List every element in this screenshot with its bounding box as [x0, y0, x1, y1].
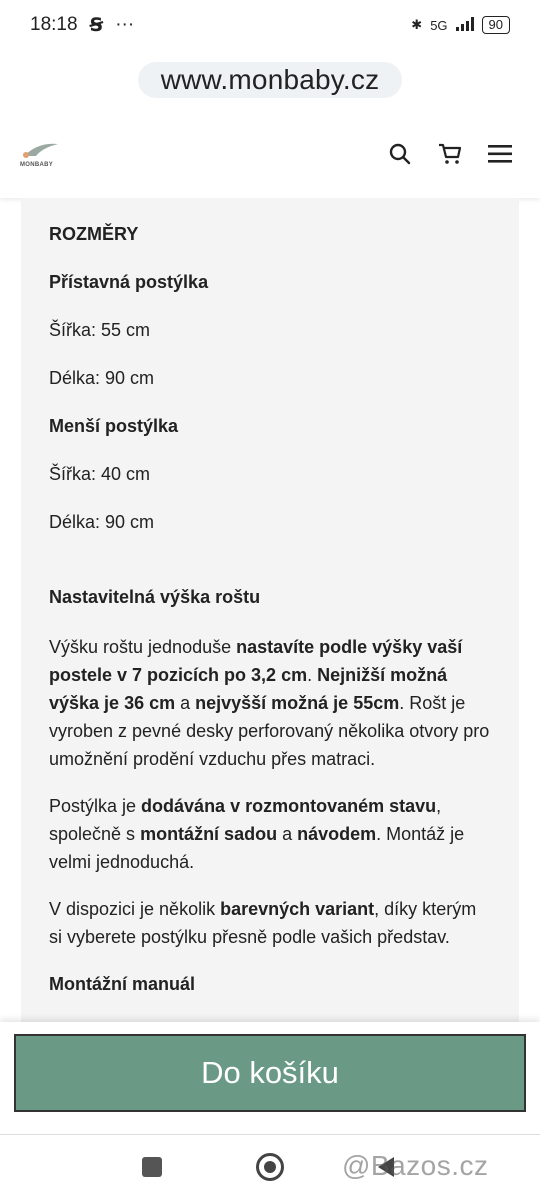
battery-indicator: 90: [481, 16, 510, 34]
text: a: [277, 824, 298, 844]
crib1-length: Délka: 90 cm: [49, 368, 155, 388]
network-label: 5G: [430, 17, 448, 33]
cta-bar: Do košíku: [0, 1022, 540, 1134]
text-bold: nejvyšší možná je 55cm: [195, 693, 400, 713]
url-bar[interactable]: www.monbaby.cz: [138, 62, 402, 98]
crib1-title: Přístavná postýlka: [49, 272, 209, 292]
logo[interactable]: MONBABY: [20, 140, 64, 168]
add-to-cart-button[interactable]: Do košíku: [14, 1034, 526, 1112]
home-icon[interactable]: [256, 1153, 284, 1181]
manual-link[interactable]: Montážní manuál: [49, 970, 491, 998]
logo-text: MONBABY: [20, 162, 54, 168]
text: .: [307, 665, 318, 685]
paragraph-delivery: Postýlka je dodávána v rozmontovaném sta…: [49, 792, 491, 876]
text-bold: barevných variant: [220, 899, 375, 919]
height-title: Nastavitelná výška roštu: [49, 587, 261, 607]
paragraph-variants: V dispozici je několik barevných variant…: [49, 895, 491, 951]
status-bar: 18:18 Ꞩ ··· ✱ 5G 90: [0, 0, 540, 50]
text-bold: montážní sadou: [140, 824, 278, 844]
crib2-width: Šířka: 40 cm: [49, 464, 151, 484]
menu-icon[interactable]: [488, 142, 512, 166]
text: Postýlka je: [49, 796, 142, 816]
paragraph-grate: Výšku roštu jednoduše nastavíte podle vý…: [49, 633, 491, 773]
s-icon: Ꞩ: [89, 14, 104, 36]
search-icon[interactable]: [388, 142, 412, 166]
text-bold: dodávána v rozmontovaném stavu: [141, 796, 437, 816]
logo-icon: [23, 143, 58, 158]
crib2-length: Délka: 90 cm: [49, 512, 155, 532]
recents-icon[interactable]: [142, 1157, 162, 1177]
watermark: @Bazos.cz: [342, 1150, 489, 1181]
crib2-title: Menší postýlka: [49, 416, 179, 436]
status-time: 18:18: [30, 14, 78, 35]
bluetooth-icon: ✱: [411, 17, 423, 32]
signal-icon: [455, 16, 474, 34]
text: a: [175, 693, 196, 713]
text: Výšku roštu jednoduše: [49, 637, 237, 657]
crib1-width: Šířka: 55 cm: [49, 320, 151, 340]
more-icon: ···: [115, 14, 135, 35]
site-header: MONBABY: [0, 110, 540, 198]
cart-icon[interactable]: [438, 142, 462, 166]
text-bold: návodem: [297, 824, 377, 844]
text: V dispozici je několik: [49, 899, 221, 919]
product-description: ROZMĚRY Přístavná postýlka Šířka: 55 cm …: [21, 198, 519, 1038]
section-title: ROZMĚRY: [49, 224, 139, 244]
